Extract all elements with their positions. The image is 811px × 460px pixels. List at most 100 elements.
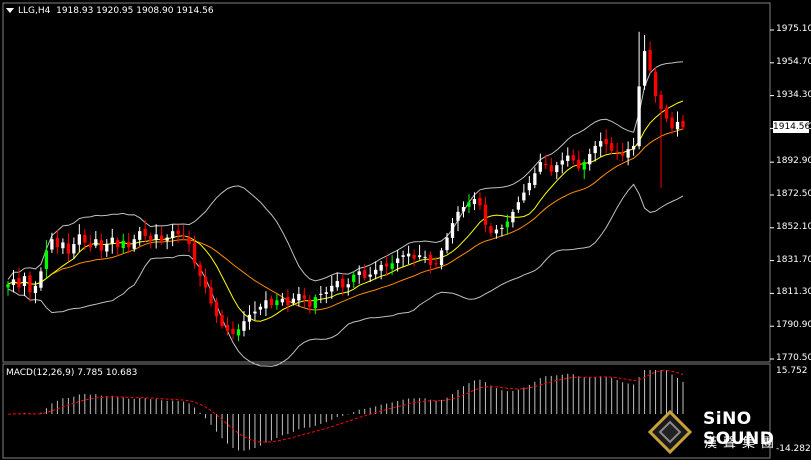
candle-body (390, 263, 394, 269)
candle-body (642, 51, 647, 86)
candle-body (357, 271, 361, 275)
candle-body (610, 143, 614, 151)
candle-body (445, 237, 449, 251)
candlestick-series[interactable] (6, 31, 685, 342)
candle-body (478, 197, 482, 206)
candle-body (116, 239, 120, 248)
candle-body (203, 276, 208, 288)
bollinger-lower (7, 183, 684, 367)
price-axis-ticks (770, 29, 774, 360)
candle-body (17, 277, 21, 288)
candle-body (121, 240, 125, 249)
candle-body (225, 324, 230, 331)
price-panel-frame (2, 2, 771, 363)
chart-title[interactable]: LLG,H4 1918.93 1920.95 1908.90 1914.56 (6, 6, 214, 16)
dropdown-arrow-icon[interactable] (6, 8, 14, 13)
candle-body (110, 237, 114, 244)
candle-body (231, 328, 235, 335)
candle-body (664, 107, 669, 119)
candle-body (11, 279, 16, 285)
candle-body (533, 173, 537, 185)
candle-body (593, 145, 597, 154)
candle-body (264, 300, 268, 309)
candle-body (83, 234, 87, 243)
candle-body (571, 155, 575, 161)
candle-body (187, 237, 191, 245)
candle-body (242, 321, 246, 331)
candle-body (483, 204, 488, 225)
candle-body (66, 243, 71, 254)
candle-body (626, 149, 630, 158)
candle-body (22, 276, 27, 286)
candle-body (604, 139, 608, 145)
candle-body (170, 231, 175, 238)
candle-body (297, 293, 301, 301)
candle-body (28, 275, 32, 293)
candle-body (138, 231, 142, 240)
candle-body (335, 281, 339, 288)
candle-body (653, 71, 658, 97)
candle-body (6, 284, 10, 288)
candle-body (401, 255, 405, 257)
candle-body (494, 229, 499, 234)
candle-body (44, 250, 49, 269)
candle-body (154, 234, 158, 241)
candle-body (209, 287, 213, 304)
candle-body (198, 264, 202, 277)
candle-body (253, 311, 257, 314)
candle-body (385, 263, 389, 267)
candle-body (461, 207, 466, 212)
candle-body (428, 254, 433, 265)
candle-body (544, 163, 548, 166)
bollinger-middle (7, 128, 684, 311)
candle-body (160, 235, 164, 241)
chart-frames (2, 2, 771, 459)
price-tick-label: 1954.70 (776, 56, 811, 67)
candle-body (94, 239, 98, 246)
candle-body (313, 297, 317, 309)
candle-body (412, 254, 416, 259)
candle-body (72, 244, 76, 254)
candle-body (143, 228, 147, 236)
candle-body (302, 295, 306, 299)
candle-body (368, 274, 372, 277)
price-tick-label: 1934.30 (776, 89, 811, 100)
chart-canvas[interactable] (0, 0, 811, 460)
candle-body (620, 152, 625, 156)
candle-body (522, 192, 526, 201)
candle-body (165, 237, 169, 241)
candle-body (555, 165, 559, 173)
ma-line (7, 100, 684, 322)
candle-body (132, 239, 136, 249)
candle-body (77, 234, 81, 245)
price-tick-label: 1975.10 (776, 24, 811, 34)
candle-body (236, 329, 241, 336)
price-tick-label: 1811.30 (776, 287, 811, 298)
price-tick-label: 1872.50 (776, 188, 811, 199)
macd-signal-path (7, 369, 684, 443)
current-price-tag: 1914.56 (773, 121, 811, 133)
candle-body (395, 258, 400, 263)
price-tick-label: 1852.10 (776, 221, 811, 232)
candle-body (566, 155, 570, 161)
candle-body (181, 235, 186, 237)
candle-body (374, 269, 378, 275)
candle-body (324, 292, 328, 294)
candle-body (450, 223, 455, 238)
candle-body (423, 256, 427, 258)
candle-body (489, 226, 493, 233)
candle-body (105, 244, 109, 252)
candle-body (648, 49, 652, 71)
candle-body (588, 153, 592, 165)
candle-body (406, 253, 411, 257)
candle-body (269, 298, 274, 306)
candle-body (670, 117, 674, 129)
bollinger-bands (7, 61, 684, 367)
candle-body (439, 250, 444, 266)
candle-body (192, 242, 197, 264)
macd-top-label: 15.752 (776, 366, 808, 376)
candle-body (61, 242, 65, 249)
candle-body (99, 240, 103, 251)
candle-body (560, 160, 564, 165)
candle-body (472, 199, 477, 205)
